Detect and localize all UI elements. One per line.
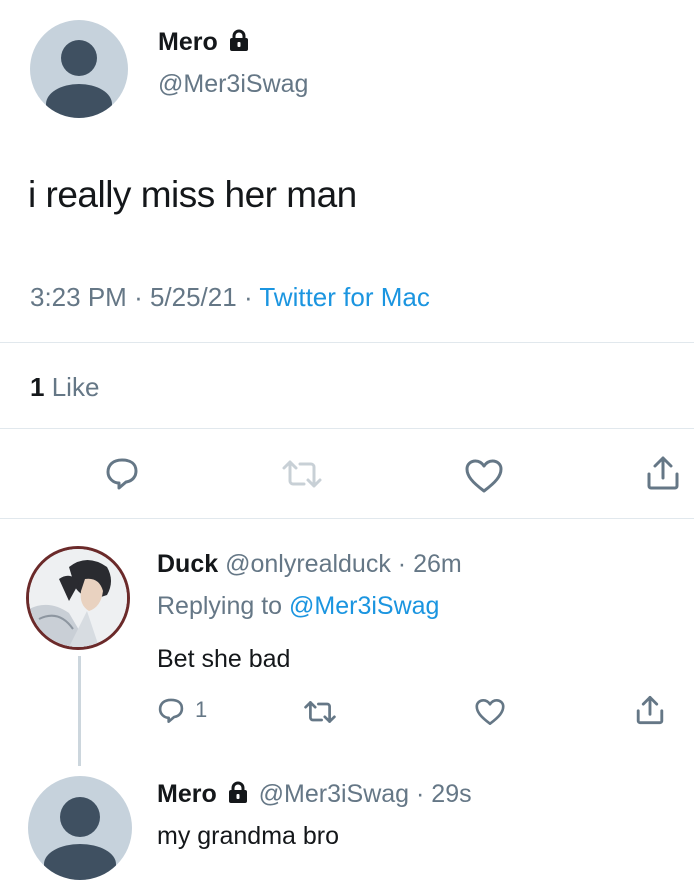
reply-reply-button[interactable]: 1: [157, 696, 207, 724]
reply-author-name[interactable]: Duck: [157, 550, 218, 578]
share-icon: [636, 695, 664, 725]
author-name-row[interactable]: Mero: [158, 26, 249, 59]
tweet-text: i really miss her man: [28, 174, 357, 215]
retweet-icon: [304, 701, 336, 723]
thread-line: [78, 656, 81, 766]
reply2-age[interactable]: 29s: [431, 780, 471, 808]
tweet-source-link[interactable]: Twitter for Mac: [259, 282, 429, 312]
reply2-text: my grandma bro: [157, 822, 340, 850]
author-handle[interactable]: @Mer3iSwag: [158, 68, 308, 100]
divider: [0, 518, 694, 519]
retweet-button[interactable]: [280, 459, 324, 489]
avatar[interactable]: [28, 776, 132, 880]
like-count: 1: [30, 372, 45, 402]
like-button[interactable]: [464, 458, 504, 494]
tweet-meta: 3:23 PM · 5/25/21 · Twitter for Mac: [30, 282, 430, 312]
lock-icon: [228, 779, 248, 811]
share-button[interactable]: [644, 454, 682, 492]
reply-author-handle[interactable]: @onlyrealduck: [225, 550, 391, 578]
reply-text: Bet she bad: [157, 645, 291, 673]
like-icon: [475, 699, 505, 725]
reply-count: 1: [195, 697, 208, 722]
reply2-author-name[interactable]: Mero: [157, 780, 217, 808]
tweet-time: 3:23 PM: [30, 282, 127, 312]
reply2-author-handle[interactable]: @Mer3iSwag: [259, 780, 409, 808]
like-label: Like: [51, 372, 100, 402]
reply-share-button[interactable]: [634, 694, 666, 731]
avatar[interactable]: [30, 20, 128, 118]
avatar-illustration: [29, 549, 127, 647]
like-icon: [465, 459, 503, 493]
reply-icon: [158, 698, 184, 723]
reply-retweet-button[interactable]: [302, 700, 338, 729]
lock-icon: [229, 27, 249, 59]
divider: [0, 428, 694, 429]
divider: [0, 342, 694, 343]
replying-to: Replying to @Mer3iSwag: [157, 590, 439, 622]
reply-avatar[interactable]: [26, 546, 130, 650]
reply-header[interactable]: Duck @onlyrealduck · 26m: [157, 548, 462, 580]
likes-stat[interactable]: 1 Like: [30, 370, 99, 404]
reply-age[interactable]: 26m: [413, 550, 462, 578]
reply-button[interactable]: [104, 455, 140, 491]
share-icon: [647, 456, 679, 490]
tweet-date: 5/25/21: [149, 282, 237, 312]
reply-icon: [106, 458, 138, 490]
reply2-header[interactable]: Mero @Mer3iSwag · 29s: [157, 778, 472, 811]
retweet-icon: [282, 460, 322, 488]
replying-to-handle[interactable]: @Mer3iSwag: [289, 592, 439, 620]
replying-to-label: Replying to: [157, 592, 283, 620]
author-name[interactable]: Mero: [158, 28, 218, 56]
reply-like-button[interactable]: [474, 698, 506, 731]
